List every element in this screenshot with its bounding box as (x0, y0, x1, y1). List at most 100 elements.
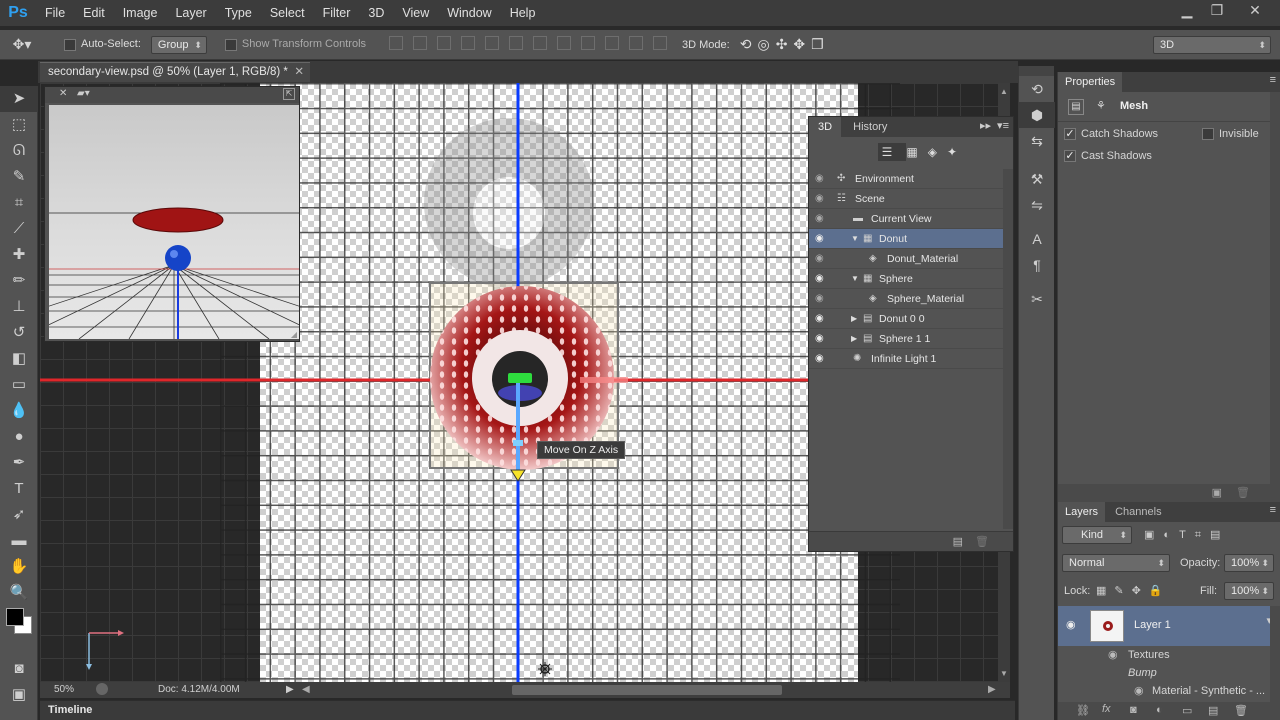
auto-select-toggle[interactable]: Auto-Select: (64, 38, 141, 51)
collapse-panel-icon[interactable]: ▸▸ (980, 119, 991, 132)
visibility-eye-icon[interactable]: ◉ (815, 229, 829, 249)
gradient-tool-icon[interactable]: ▭ (0, 372, 38, 398)
scene-row[interactable]: ◉ ☷ Scene (809, 189, 1013, 209)
tab-layers[interactable]: Layers (1058, 502, 1106, 522)
minimize-icon[interactable]: ▁ (1172, 0, 1202, 22)
layer-row-layer1[interactable]: ◉ Layer 1 ▾ (1058, 606, 1280, 646)
timeline-tab[interactable]: Timeline (40, 700, 1015, 720)
close-icon[interactable]: ✕ (1240, 0, 1270, 22)
dodge-tool-icon[interactable]: ● (0, 424, 38, 450)
scroll-left-icon[interactable]: ◀ (302, 684, 310, 695)
blur-tool-icon[interactable]: 💧 (0, 398, 38, 424)
type-filter-icon[interactable]: T (1179, 529, 1195, 541)
workspace-dropdown[interactable]: 3D (1153, 35, 1271, 54)
menu-image[interactable]: Image (114, 0, 167, 26)
delete-layer-icon[interactable]: 🗑 (1234, 704, 1248, 717)
menu-select[interactable]: Select (261, 0, 314, 26)
tab-history[interactable]: History (844, 117, 896, 137)
lasso-tool-icon[interactable]: ᘏ (0, 138, 38, 164)
scene-row[interactable]: ◉ ▶ ▤ Sphere 1 1 (809, 329, 1013, 349)
secondary-view-viewport[interactable] (49, 105, 299, 339)
slide-icon[interactable]: ✥ (793, 36, 811, 52)
whole-scene-filter-icon[interactable]: ☰ (877, 143, 907, 161)
brush-tool-icon[interactable]: ✏ (0, 268, 38, 294)
type-tool-icon[interactable]: T (0, 476, 38, 502)
align-left-icon[interactable] (461, 36, 476, 50)
expand-toggle-icon[interactable]: ▼ (851, 229, 859, 249)
scene-row[interactable]: ◉ ◈ Sphere_Material (809, 289, 1013, 309)
layers-menu-icon[interactable]: ≡ (1270, 504, 1276, 516)
scene-row[interactable]: ◉ ▼ ▦ Donut (809, 229, 1013, 249)
show-transform-toggle[interactable]: Show Transform Controls (224, 38, 366, 51)
healing-tool-icon[interactable]: ✚ (0, 242, 38, 268)
opacity-input[interactable]: 100% (1224, 554, 1274, 572)
quick-select-tool-icon[interactable]: ✎ (0, 164, 38, 190)
document-tab-close-icon[interactable]: ✕ (294, 63, 304, 82)
hand-tool-icon[interactable]: ✋ (0, 554, 38, 580)
lock-transparent-icon[interactable]: ▦ (1096, 585, 1114, 597)
align-top-icon[interactable] (389, 36, 404, 50)
shape-tool-icon[interactable]: ▬ (0, 528, 38, 554)
link-layers-icon[interactable]: ⛓ (1076, 704, 1090, 717)
document-tab[interactable]: secondary-view.psd @ 50% (Layer 1, RGB/8… (40, 62, 310, 82)
path-select-tool-icon[interactable]: ➶ (0, 502, 38, 528)
status-info-icon[interactable] (96, 683, 108, 695)
fill-input[interactable]: 100% (1224, 582, 1274, 600)
eyedropper-tool-icon[interactable]: ⟋ (0, 216, 38, 242)
show-transform-checkbox[interactable] (224, 38, 237, 51)
tools-panel-icon[interactable]: ✂ (1019, 286, 1055, 312)
properties-delete-icon[interactable]: 🗑 (1236, 486, 1250, 499)
properties-scrollbar[interactable] (1270, 92, 1280, 486)
align-right-icon[interactable] (509, 36, 524, 50)
visibility-eye-icon[interactable]: ◉ (815, 289, 829, 309)
menu-filter[interactable]: Filter (314, 0, 360, 26)
invisible-checkbox[interactable] (1202, 128, 1214, 141)
move-tool-icon[interactable]: ✥▾ (0, 36, 44, 53)
properties-clip-icon[interactable]: ▣ (1212, 486, 1222, 499)
tab-3d[interactable]: 3D (809, 117, 842, 137)
new-layer-icon[interactable]: ▤ (1208, 704, 1218, 717)
brush-presets-icon[interactable]: ⇋ (1019, 192, 1055, 218)
catch-shadows-row[interactable]: Catch Shadows (1064, 128, 1158, 141)
visibility-eye-icon[interactable]: ◉ (815, 309, 829, 329)
pen-tool-icon[interactable]: ✒ (0, 450, 38, 476)
distribute-top-icon[interactable] (533, 36, 548, 50)
blend-mode-dropdown[interactable]: Normal (1062, 554, 1170, 572)
resize-handle-icon[interactable]: ◢ (291, 330, 297, 339)
auto-align-icon[interactable] (653, 36, 668, 50)
adjustment-filter-icon[interactable]: ◐ (1163, 529, 1179, 541)
zoom-level[interactable]: 50% (54, 684, 74, 695)
visibility-eye-icon[interactable]: ◉ (815, 169, 829, 189)
roll-icon[interactable]: ◎ (757, 36, 775, 52)
expand-toggle-icon[interactable]: ▶ (851, 309, 857, 329)
mesh-material-icon[interactable]: ⚘ (1096, 99, 1106, 112)
catch-shadows-checkbox[interactable] (1064, 128, 1076, 141)
tool-presets-icon[interactable]: ⚒ (1019, 166, 1055, 192)
status-menu-icon[interactable]: ▶ (286, 684, 294, 695)
adjustments-panel-icon[interactable]: ⇆ (1019, 128, 1055, 154)
secondary-view-window[interactable]: ✕ ▰▾ ⇱ ◢ (44, 86, 300, 342)
scene-row[interactable]: ◉ ✣ Environment (809, 169, 1013, 189)
meshes-filter-icon[interactable]: ▦ (906, 145, 927, 159)
visibility-eye-icon[interactable]: ◉ (815, 349, 829, 369)
foreground-color-swatch[interactable] (6, 608, 24, 626)
fx-icon[interactable]: fx (1102, 703, 1111, 715)
layers-scrollbar[interactable] (1270, 606, 1280, 702)
scroll-right-icon[interactable]: ▶ (988, 684, 996, 695)
cast-shadows-row[interactable]: Cast Shadows (1064, 150, 1152, 163)
visibility-eye-icon[interactable]: ◉ (815, 329, 829, 349)
menu-window[interactable]: Window (438, 0, 500, 26)
scene-row[interactable]: ◉ ▼ ▦ Sphere (809, 269, 1013, 289)
scale-icon[interactable]: ❒ (811, 36, 830, 52)
lock-pixels-icon[interactable]: ✎ (1114, 585, 1131, 597)
properties-menu-icon[interactable]: ≡ (1270, 74, 1276, 86)
menu-edit[interactable]: Edit (74, 0, 114, 26)
history-panel-icon[interactable]: ⟲ (1019, 76, 1055, 102)
zoom-tool-icon[interactable]: 🔍 (0, 580, 38, 606)
expand-toggle-icon[interactable]: ▶ (851, 329, 857, 349)
color-swatches[interactable] (0, 606, 37, 656)
3d-panel-icon[interactable]: ⬢ (1019, 102, 1055, 128)
lights-filter-icon[interactable]: ✦ (947, 145, 967, 159)
paragraph-panel-icon[interactable]: ¶ (1019, 252, 1055, 278)
distribute-bottom-icon[interactable] (581, 36, 596, 50)
